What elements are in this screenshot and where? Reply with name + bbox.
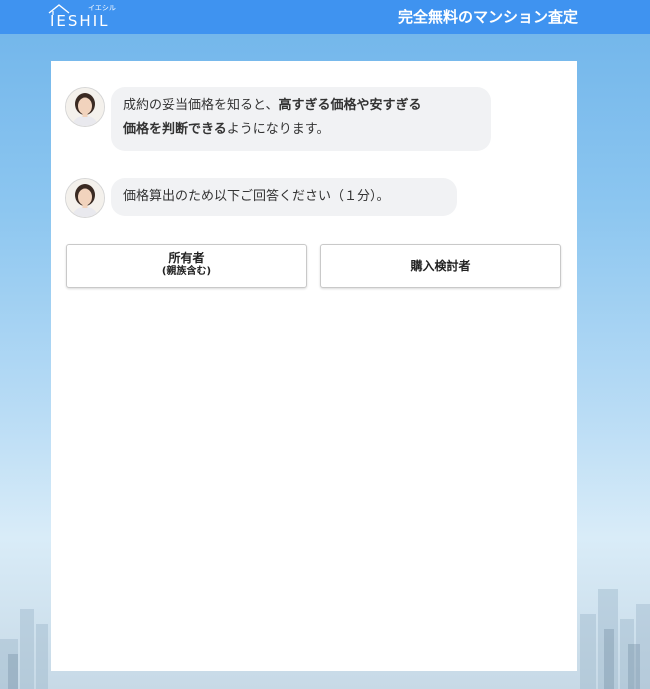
message-text-normal: ようになります。 [226, 122, 330, 137]
chat-panel: 成約の妥当価格を知ると、高すぎる価格や安すぎる 価格を判断できるようになります。… [51, 61, 577, 671]
owner-choice-label: 所有者 [168, 251, 205, 265]
chat-bubble: 成約の妥当価格を知ると、高すぎる価格や安すぎる 価格を判断できるようになります。 [111, 87, 491, 151]
message-text: 価格算出のため以下ご回答ください（１分）。 [123, 189, 390, 204]
buyer-choice-label: 購入検討者 [410, 259, 471, 273]
owner-choice-sublabel: (親族含む) [161, 266, 212, 277]
top-header-bar: イエシル IESHIL 完全無料のマンション査定 [0, 0, 650, 34]
woman-portrait-icon [66, 179, 104, 217]
message-text-emphasis: 価格を判断できる [123, 122, 227, 137]
message-text-normal: 成約の妥当価格を知ると、 [123, 98, 279, 113]
owner-choice-button[interactable]: 所有者 (親族含む) [66, 244, 307, 288]
operator-avatar [65, 178, 105, 218]
operator-avatar [65, 87, 105, 127]
ieshil-logo[interactable]: イエシル IESHIL [48, 3, 120, 31]
chat-bubble: 価格算出のため以下ご回答ください（１分）。 [111, 178, 457, 216]
woman-portrait-icon [66, 88, 104, 126]
message-text-emphasis: 高すぎる価格や安すぎる [278, 98, 422, 113]
logo-wordmark: IESHIL [50, 12, 110, 30]
buyer-choice-button[interactable]: 購入検討者 [320, 244, 561, 288]
page-title: 完全無料のマンション査定 [397, 8, 578, 26]
